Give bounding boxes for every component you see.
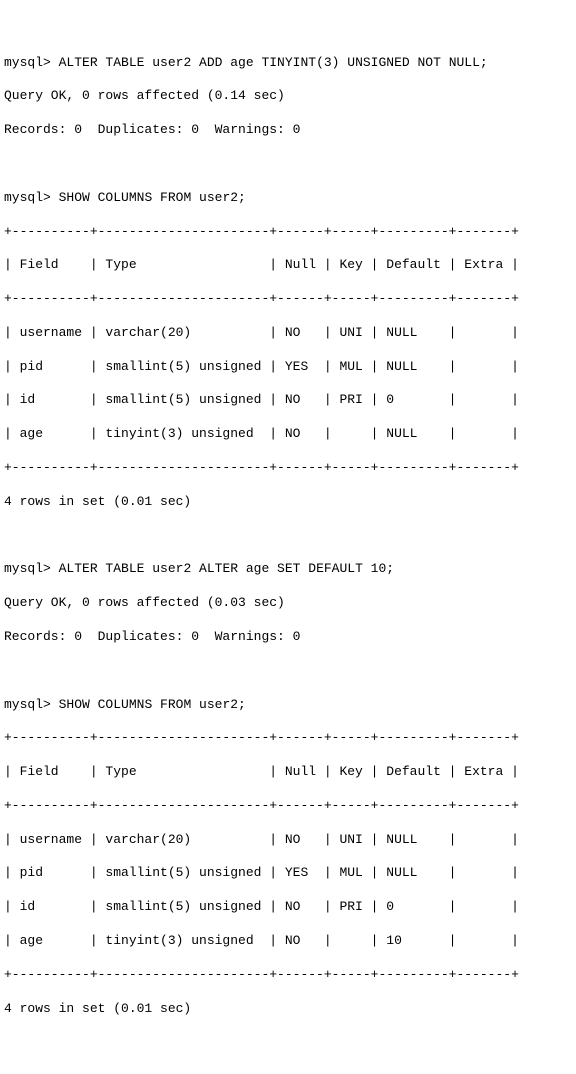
sql-show-1: SHOW COLUMNS FROM user2; [59, 190, 246, 205]
table-border: +----------+----------------------+-----… [4, 967, 572, 984]
cmd-line-3[interactable]: mysql> ALTER TABLE user2 ALTER age SET D… [4, 561, 572, 578]
table-border: +----------+----------------------+-----… [4, 460, 572, 477]
table-row: | username | varchar(20) | NO | UNI | NU… [4, 325, 572, 342]
table-row: | username | varchar(20) | NO | UNI | NU… [4, 832, 572, 849]
prompt: mysql> [4, 561, 51, 576]
cmd-line-1[interactable]: mysql> ALTER TABLE user2 ADD age TINYINT… [4, 55, 572, 72]
table-border: +----------+----------------------+-----… [4, 291, 572, 308]
table-row: | pid | smallint(5) unsigned | YES | MUL… [4, 865, 572, 882]
blank-line [4, 663, 572, 680]
table-row: | pid | smallint(5) unsigned | YES | MUL… [4, 359, 572, 376]
table-row: | age | tinyint(3) unsigned | NO | | NUL… [4, 426, 572, 443]
result-line: Query OK, 0 rows affected (0.03 sec) [4, 595, 572, 612]
result-line: Records: 0 Duplicates: 0 Warnings: 0 [4, 629, 572, 646]
table-row: | id | smallint(5) unsigned | NO | PRI |… [4, 392, 572, 409]
table-header: | Field | Type | Null | Key | Default | … [4, 257, 572, 274]
sql-alter-1: ALTER TABLE user2 ADD age TINYINT(3) UNS… [59, 55, 488, 70]
table-border: +----------+----------------------+-----… [4, 798, 572, 815]
prompt: mysql> [4, 190, 51, 205]
cmd-line-2[interactable]: mysql> SHOW COLUMNS FROM user2; [4, 190, 572, 207]
table-row: | age | tinyint(3) unsigned | NO | | 10 … [4, 933, 572, 950]
table-border: +----------+----------------------+-----… [4, 730, 572, 747]
blank-line [4, 156, 572, 173]
table-row: | id | smallint(5) unsigned | NO | PRI |… [4, 899, 572, 916]
prompt: mysql> [4, 55, 51, 70]
table-footer: 4 rows in set (0.01 sec) [4, 494, 572, 511]
prompt: mysql> [4, 697, 51, 712]
table-footer: 4 rows in set (0.01 sec) [4, 1001, 572, 1018]
cmd-line-4[interactable]: mysql> SHOW COLUMNS FROM user2; [4, 697, 572, 714]
sql-show-2: SHOW COLUMNS FROM user2; [59, 697, 246, 712]
blank-line [4, 528, 572, 545]
table-border: +----------+----------------------+-----… [4, 224, 572, 241]
sql-alter-2: ALTER TABLE user2 ALTER age SET DEFAULT … [59, 561, 394, 576]
table-header: | Field | Type | Null | Key | Default | … [4, 764, 572, 781]
result-line: Records: 0 Duplicates: 0 Warnings: 0 [4, 122, 572, 139]
result-line: Query OK, 0 rows affected (0.14 sec) [4, 88, 572, 105]
